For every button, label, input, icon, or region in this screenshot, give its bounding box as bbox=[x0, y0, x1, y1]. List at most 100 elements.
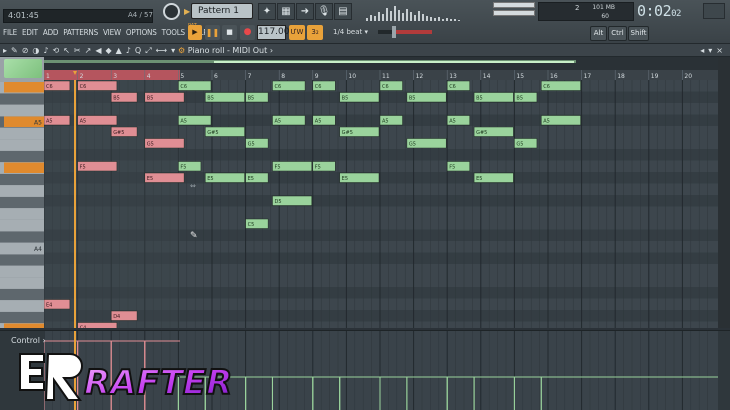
ruler-bar-label: 16 bbox=[550, 73, 558, 80]
menu-patterns[interactable]: PATTERNS bbox=[63, 26, 98, 40]
resize-cursor-icon: ⇔ bbox=[190, 182, 196, 190]
metronome-button[interactable]: ƯW bbox=[289, 25, 305, 40]
piano-roll-title-text: Piano roll - MIDI Out bbox=[187, 46, 268, 55]
vertical-scrollbar[interactable] bbox=[718, 57, 730, 328]
shift-key[interactable]: Shift bbox=[628, 26, 649, 41]
timeline-ruler[interactable]: 1 2 3 4 5 6 7 8 9 10 11 12 13 14 15 16 17 18 19 20 bbox=[44, 57, 730, 80]
piano-key[interactable] bbox=[0, 105, 44, 116]
piano-key[interactable] bbox=[0, 151, 44, 162]
tempo-display[interactable]: 117.000 bbox=[257, 25, 295, 40]
song-position: 0:0202 bbox=[637, 2, 691, 22]
note-label: C6 bbox=[180, 84, 187, 90]
piano-key[interactable] bbox=[0, 174, 44, 185]
ruler-bar-label: 13 bbox=[449, 73, 457, 80]
snapshot-icon[interactable] bbox=[703, 3, 725, 19]
piano-key[interactable] bbox=[0, 254, 44, 266]
piano-roll-tool-icon[interactable]: ♪ bbox=[126, 44, 131, 57]
piano-roll-tool-icon[interactable]: ⤢ bbox=[145, 44, 151, 57]
note-label: B5 bbox=[516, 96, 523, 102]
playhead-line bbox=[74, 80, 76, 328]
note-label: F5 bbox=[180, 165, 186, 171]
piano-roll-tool-icon[interactable]: ▸ bbox=[3, 44, 7, 57]
control-label-text: Control bbox=[11, 336, 40, 345]
piano-roll-tool-icon[interactable]: Q bbox=[135, 44, 141, 57]
piano-key[interactable] bbox=[0, 208, 44, 220]
piano-roll-tool-icon[interactable]: ✂ bbox=[74, 44, 81, 57]
piano-roll-tool-icon[interactable]: ⟷ bbox=[156, 44, 167, 57]
main-pitch-slider[interactable] bbox=[378, 26, 432, 38]
piano-key[interactable] bbox=[0, 185, 44, 197]
piano-key[interactable] bbox=[0, 289, 44, 300]
playlist-icon[interactable]: ✦ bbox=[258, 3, 276, 20]
highlighted-key-f5[interactable] bbox=[4, 162, 44, 174]
piano-icon[interactable]: ▦ bbox=[277, 3, 295, 20]
countdown-button[interactable]: 3₂ bbox=[307, 25, 323, 40]
piano-roll-tool-icon[interactable]: ✎ bbox=[11, 44, 18, 57]
pattern-arrow-icon: ▶ bbox=[184, 7, 191, 16]
slider-knob[interactable] bbox=[392, 26, 396, 38]
piano-roll-tool-icon[interactable]: ↗ bbox=[85, 44, 92, 57]
note-label: E5 bbox=[476, 176, 482, 182]
ruler-top-strip[interactable] bbox=[44, 57, 730, 70]
stop-button[interactable]: ■ bbox=[222, 25, 237, 40]
piano-roll-tool-icon[interactable]: ◑ bbox=[32, 44, 39, 57]
pattern-selector[interactable]: ▶ Pattern 1 bbox=[184, 3, 253, 19]
loop-region[interactable] bbox=[44, 70, 180, 80]
pattern-name: Pattern 1 bbox=[198, 6, 239, 16]
note-label: E5 bbox=[207, 176, 213, 182]
mini-sliders[interactable] bbox=[493, 2, 535, 20]
piano-roll-tool-icon[interactable]: ♪ bbox=[43, 44, 48, 57]
piano-keyboard[interactable]: A5 A4 bbox=[0, 57, 44, 328]
piano-key[interactable] bbox=[0, 312, 44, 323]
piano-key[interactable] bbox=[0, 139, 44, 151]
menu-options[interactable]: OPTIONS bbox=[126, 26, 157, 40]
piano-key[interactable] bbox=[0, 266, 44, 277]
hint-text: 4:01:45 bbox=[8, 11, 39, 20]
piano-key[interactable] bbox=[0, 197, 44, 208]
note-label: B5 bbox=[207, 96, 214, 102]
chevron-right-icon: › bbox=[42, 336, 46, 345]
menu-tools[interactable]: TOOLS bbox=[162, 26, 186, 40]
note-label: B5 bbox=[248, 96, 255, 102]
piano-key[interactable] bbox=[0, 300, 44, 312]
channel-logo: RAFTER bbox=[19, 353, 233, 404]
note-color-swatch[interactable] bbox=[4, 59, 42, 78]
piano-roll-tool-icon[interactable]: ◀ bbox=[95, 44, 101, 57]
menu-add[interactable]: ADD bbox=[43, 26, 59, 40]
menu-file[interactable]: FILE bbox=[3, 26, 17, 40]
snap-selector[interactable]: 1/4 beat ▾ bbox=[333, 27, 371, 38]
note-label: E5 bbox=[342, 176, 348, 182]
hint-right: A4 / 57 bbox=[128, 11, 153, 19]
ctrl-key[interactable]: Ctrl bbox=[608, 26, 627, 41]
piano-key[interactable] bbox=[0, 128, 44, 139]
highlighted-key-c4[interactable] bbox=[4, 323, 44, 329]
piano-key[interactable] bbox=[0, 220, 44, 231]
piano-key[interactable] bbox=[0, 93, 44, 105]
piano-roll-tool-icon[interactable]: ▲ bbox=[116, 44, 122, 57]
piano-roll-tool-icon[interactable]: ▾ bbox=[171, 44, 175, 57]
pause-button[interactable]: ❚❚ bbox=[205, 25, 220, 40]
record-button[interactable]: ● bbox=[240, 25, 255, 40]
note-label: G5 bbox=[516, 142, 523, 148]
control-label[interactable]: Control › bbox=[11, 336, 46, 345]
menu-edit[interactable]: EDIT bbox=[22, 26, 38, 40]
master-volume-dial[interactable] bbox=[163, 3, 180, 20]
play-button[interactable]: ▶ bbox=[188, 25, 202, 40]
microphone-icon[interactable]: 🎙 bbox=[315, 3, 333, 20]
mixer-icon[interactable]: ▤ bbox=[334, 3, 352, 20]
close-icon[interactable]: × bbox=[716, 46, 727, 55]
menu-view[interactable]: VIEW bbox=[103, 26, 121, 40]
piano-key[interactable] bbox=[0, 231, 44, 243]
note-grid[interactable]: C6C6B5B5A5A5G#5G5F5E5E4D4C4C4C6C6C6C6C6C… bbox=[44, 80, 718, 328]
piano-roll-tool-icon[interactable]: ↖ bbox=[63, 44, 70, 57]
piano-key[interactable] bbox=[0, 277, 44, 289]
note-label: G#5 bbox=[476, 130, 487, 136]
piano-roll-tool-icon[interactable]: ⟲ bbox=[53, 44, 60, 57]
piano-roll-tool-icon[interactable]: ⊘ bbox=[22, 44, 29, 57]
alt-key[interactable]: Alt bbox=[590, 26, 607, 41]
ruler-bar-label: 4 bbox=[147, 73, 151, 80]
ruler-bar-label: 19 bbox=[651, 73, 659, 80]
piano-roll-tool-icon[interactable]: ◆ bbox=[105, 44, 111, 57]
highlighted-key-c6[interactable] bbox=[4, 82, 44, 93]
arrow-right-icon[interactable]: ➜ bbox=[296, 3, 314, 20]
